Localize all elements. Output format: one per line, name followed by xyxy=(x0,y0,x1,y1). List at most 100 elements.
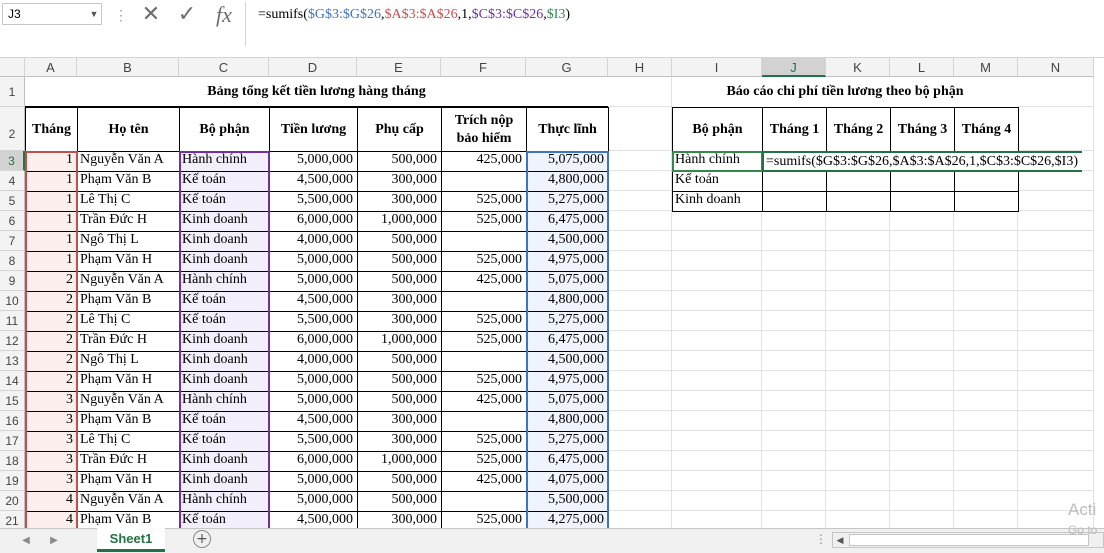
data-cell-bo-phan[interactable]: Kế toán xyxy=(179,411,270,432)
data-cell-bao-hiem[interactable] xyxy=(441,291,527,312)
data-cell-phu-cap[interactable]: 500,000 xyxy=(357,351,442,372)
scroll-tabs-left-icon[interactable]: ◀ xyxy=(18,533,34,549)
grid-cell[interactable] xyxy=(954,471,1018,491)
grid-cell[interactable] xyxy=(954,311,1018,331)
grid-cell[interactable] xyxy=(672,431,762,451)
data-cell-ho-ten[interactable]: Trần Đức H xyxy=(77,331,180,352)
data-cell-ho-ten[interactable]: Trần Đức H xyxy=(77,451,180,472)
data-cell-phu-cap[interactable]: 1,000,000 xyxy=(357,331,442,352)
row-header-3[interactable]: 3 xyxy=(0,151,25,171)
data-cell-bo-phan[interactable]: Hành chính xyxy=(179,391,270,412)
data-cell-ho-ten[interactable]: Phạm Văn B xyxy=(77,411,180,432)
row-header-9[interactable]: 9 xyxy=(0,271,25,291)
grid-cell[interactable] xyxy=(954,271,1018,291)
column-header-i[interactable]: I xyxy=(672,58,762,77)
data-cell-bo-phan[interactable]: Kế toán xyxy=(179,431,270,452)
grid-cell[interactable] xyxy=(890,211,954,231)
grid-cell[interactable] xyxy=(608,331,672,351)
grid-cell[interactable] xyxy=(608,191,672,211)
data-cell-thang[interactable]: 2 xyxy=(25,271,78,292)
grid-cell[interactable] xyxy=(672,331,762,351)
data-cell-thuc-linh[interactable]: 5,275,000 xyxy=(526,431,609,452)
data-cell-ho-ten[interactable]: Nguyễn Văn A xyxy=(77,391,180,412)
row-header-17[interactable]: 17 xyxy=(0,431,25,451)
grid-cell[interactable] xyxy=(890,451,954,471)
grid-cell[interactable] xyxy=(672,291,762,311)
grid-cell[interactable] xyxy=(826,391,890,411)
data-cell-bo-phan[interactable]: Kinh doanh xyxy=(179,471,270,492)
grid-cell[interactable] xyxy=(826,311,890,331)
grid-cell[interactable] xyxy=(672,211,762,231)
report-value-cell[interactable] xyxy=(762,191,827,212)
column-header-f[interactable]: F xyxy=(441,58,526,77)
grid-cell[interactable] xyxy=(890,391,954,411)
grid-cell[interactable] xyxy=(762,371,826,391)
column-header-j[interactable]: J xyxy=(762,58,826,77)
data-cell-bao-hiem[interactable] xyxy=(441,411,527,432)
grid-cell[interactable] xyxy=(1018,107,1094,151)
sheet-tab-sheet1[interactable]: Sheet1 xyxy=(97,528,165,552)
scroll-left-icon[interactable]: ◀ xyxy=(833,533,847,547)
data-cell-thang[interactable]: 3 xyxy=(25,451,78,472)
column-header-e[interactable]: E xyxy=(357,58,441,77)
data-cell-bo-phan[interactable]: Kinh doanh xyxy=(179,251,270,272)
grid-cell[interactable] xyxy=(762,471,826,491)
data-cell-tien-luong[interactable]: 5,000,000 xyxy=(269,151,358,172)
grid-cell[interactable] xyxy=(890,231,954,251)
column-header-d[interactable]: D xyxy=(269,58,357,77)
grid-cell[interactable] xyxy=(1018,271,1094,291)
grid-cell[interactable] xyxy=(954,451,1018,471)
data-cell-bo-phan[interactable]: Kinh doanh xyxy=(179,371,270,392)
grid-cell[interactable] xyxy=(890,331,954,351)
data-cell-tien-luong[interactable]: 6,000,000 xyxy=(269,211,358,232)
data-cell-tien-luong[interactable]: 5,000,000 xyxy=(269,391,358,412)
data-cell-bo-phan[interactable]: Kế toán xyxy=(179,311,270,332)
data-cell-tien-luong[interactable]: 5,000,000 xyxy=(269,471,358,492)
data-cell-thang[interactable]: 3 xyxy=(25,431,78,452)
row-header-14[interactable]: 14 xyxy=(0,371,25,391)
report-department-cell[interactable]: Kinh doanh xyxy=(672,191,763,212)
grid-cell[interactable] xyxy=(890,271,954,291)
grid-cell[interactable] xyxy=(672,391,762,411)
grid-cell[interactable] xyxy=(762,211,826,231)
grid-cell[interactable] xyxy=(672,251,762,271)
data-cell-tien-luong[interactable]: 5,000,000 xyxy=(269,491,358,512)
row-header-13[interactable]: 13 xyxy=(0,351,25,371)
data-cell-thang[interactable]: 2 xyxy=(25,291,78,312)
data-cell-phu-cap[interactable]: 500,000 xyxy=(357,491,442,512)
grid-cell[interactable] xyxy=(672,491,762,511)
row-header-2[interactable]: 2 xyxy=(0,107,25,151)
report-value-cell[interactable] xyxy=(890,191,955,212)
report-value-cell[interactable] xyxy=(762,171,827,192)
grid-cell[interactable] xyxy=(762,431,826,451)
grid-cell[interactable] xyxy=(762,231,826,251)
data-cell-bo-phan[interactable]: Hành chính xyxy=(179,151,270,172)
data-cell-bo-phan[interactable]: Kinh doanh xyxy=(179,231,270,252)
data-cell-ho-ten[interactable]: Phạm Văn H xyxy=(77,471,180,492)
data-cell-thuc-linh[interactable]: 5,275,000 xyxy=(526,311,609,332)
grid-cell[interactable] xyxy=(608,231,672,251)
grid-cell[interactable] xyxy=(762,271,826,291)
data-cell-bo-phan[interactable]: Hành chính xyxy=(179,271,270,292)
column-header-n[interactable]: N xyxy=(1018,58,1094,77)
data-cell-thang[interactable]: 1 xyxy=(25,171,78,192)
data-cell-bao-hiem[interactable]: 525,000 xyxy=(441,331,527,352)
data-cell-ho-ten[interactable]: Lê Thị C xyxy=(77,431,180,452)
grid-cell[interactable] xyxy=(890,291,954,311)
scrollbar-thumb[interactable] xyxy=(849,534,1089,546)
row-header-19[interactable]: 19 xyxy=(0,471,25,491)
row-header-7[interactable]: 7 xyxy=(0,231,25,251)
grid-cell[interactable] xyxy=(608,271,672,291)
data-cell-ho-ten[interactable]: Lê Thị C xyxy=(77,191,180,212)
data-cell-tien-luong[interactable]: 4,500,000 xyxy=(269,171,358,192)
grid-cell[interactable] xyxy=(890,251,954,271)
grid-cell[interactable] xyxy=(608,107,672,151)
data-cell-bo-phan[interactable]: Kinh doanh xyxy=(179,451,270,472)
data-cell-bo-phan[interactable]: Kế toán xyxy=(179,171,270,192)
data-cell-ho-ten[interactable]: Phạm Văn B xyxy=(77,171,180,192)
data-cell-bao-hiem[interactable]: 525,000 xyxy=(441,451,527,472)
data-cell-phu-cap[interactable]: 300,000 xyxy=(357,291,442,312)
active-cell-editor[interactable]: =sumifs($G$3:$G$26,$A$3:$A$26,1,$C$3:$C$… xyxy=(762,151,1082,172)
grid-cell[interactable] xyxy=(1018,251,1094,271)
grid-cell[interactable] xyxy=(826,451,890,471)
